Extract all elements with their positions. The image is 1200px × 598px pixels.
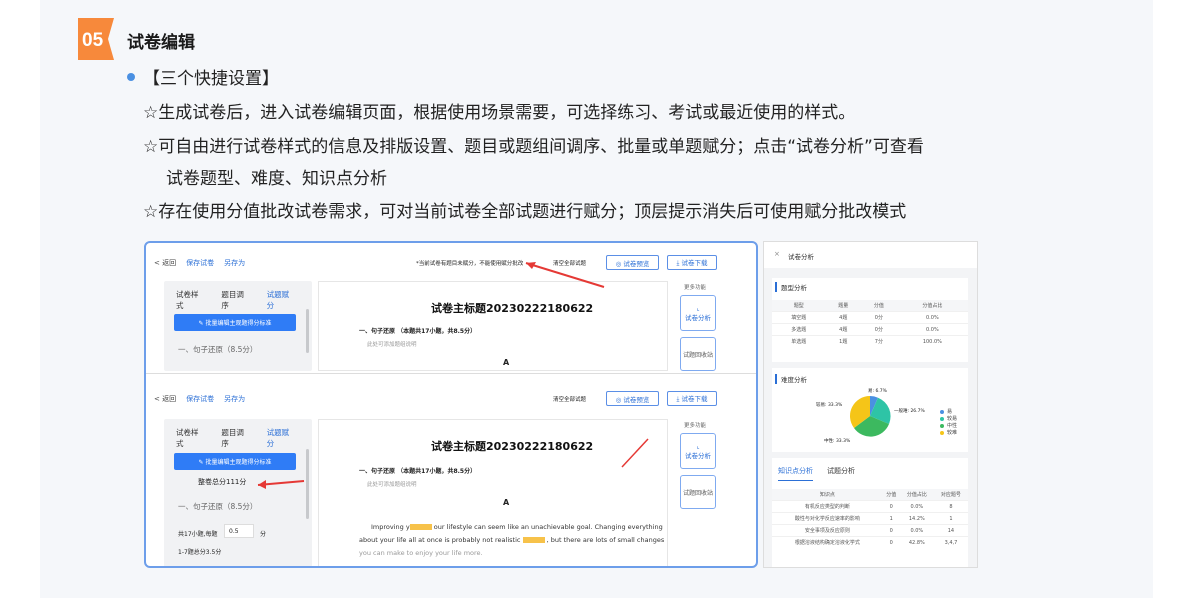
- label-easy: 易: 6.7%: [868, 389, 887, 394]
- th-kp-nums: 对应题号: [933, 489, 968, 501]
- knowledge-tabs: 知识点分析 试题分析: [772, 458, 968, 481]
- type-header-row: 题型 题量 分值 分值占比: [772, 300, 968, 312]
- cell: 1: [933, 512, 968, 525]
- th-type: 题型: [772, 300, 826, 312]
- difficulty-pie: [850, 396, 891, 437]
- type-title: 题型分析: [775, 282, 968, 292]
- cell: 1: [882, 512, 900, 525]
- cell: 0: [882, 524, 900, 537]
- tab-knowledge[interactable]: 知识点分析: [778, 466, 813, 481]
- cell: 14.2%: [899, 512, 934, 525]
- section-title: 试卷编辑: [127, 33, 195, 53]
- cell: 单选题: [772, 335, 826, 347]
- analysis-title: 试卷分析: [788, 253, 814, 261]
- cell: 0.0%: [899, 524, 934, 537]
- svg-text:05: 05: [82, 30, 104, 51]
- knowledge-card: 知识点分析 试题分析 知识点 分值 分值占比 对应题号 有机反应类型的判断 0 0.…: [772, 458, 968, 567]
- analysis-panel: × 试卷分析 题型分析 题型 题量 分值 分值占比 填空题 4题 0分 0.0% 多选…: [763, 241, 978, 568]
- kp-header-row: 知识点 分值 分值占比 对应题号: [772, 489, 968, 501]
- cell: 根据溶液结构确定溶液化学式: [772, 536, 883, 548]
- type-table: 题型 题量 分值 分值占比 填空题 4题 0分 0.0% 多选题 4题 0分 0.0% 单选…: [772, 300, 968, 347]
- cell: 100.0%: [896, 335, 968, 347]
- type-card: 题型分析 题型 题量 分值 分值占比 填空题 4题 0分 0.0% 多选题 4题 0分 0.…: [772, 278, 968, 362]
- tab-question[interactable]: 试题分析: [827, 466, 855, 481]
- legend-hard: 较易: [940, 415, 957, 422]
- analysis-header: × 试卷分析: [764, 242, 977, 268]
- cell: 安全事项及反应原则: [772, 524, 883, 537]
- table-row: 安全事项及反应原则 0 0.0% 14: [772, 524, 968, 537]
- cell: 1题: [825, 335, 862, 347]
- bullet-heading: 【三个快捷设置】: [143, 69, 279, 89]
- editor-screenshot: < 返回 保存试卷 另存为 *当前试卷有题目未赋分，不能使用赋分批改 清空全部试…: [144, 241, 758, 568]
- cell: 42.8%: [899, 536, 934, 548]
- table-row: 有机反应类型的判断 0 0.0% 8: [772, 500, 968, 513]
- cell: 14: [933, 524, 968, 537]
- label-hard: 较易: 33.3%: [816, 403, 843, 408]
- legend-easy: 易: [940, 408, 952, 415]
- table-row: 多选题 4题 0分 0.0%: [772, 323, 968, 336]
- table-row: 酸性与对化学反应速率的影响 1 14.2% 1: [772, 512, 968, 525]
- legend-mid2: 较难: [940, 429, 957, 436]
- difficulty-card: 难度分析 易: 6.7% 较易: 33.3% 一般难: 26.7% 中性: 33…: [772, 368, 968, 452]
- desc-line-1: ☆生成试卷后，进入试卷编辑页面，根据使用场景需要，可选择练习、考试或最近使用的样…: [143, 103, 856, 123]
- difficulty-title: 难度分析: [775, 374, 968, 384]
- legend-mid: 中性: [940, 422, 957, 429]
- cell: 0.0%: [896, 323, 968, 336]
- table-row: 根据溶液结构确定溶液化学式 0 42.8% 3,4,7: [772, 536, 968, 548]
- cell: 3,4,7: [933, 536, 968, 548]
- cell: 0: [882, 500, 900, 513]
- th-kp-ratio: 分值占比: [899, 489, 934, 501]
- knowledge-table: 知识点 分值 分值占比 对应题号 有机反应类型的判断 0 0.0% 8 酸性与对化学反…: [772, 489, 968, 548]
- label-mid: 一般难: 26.7%: [894, 409, 925, 414]
- label-mid2: 中性: 33.3%: [824, 439, 851, 444]
- close-icon[interactable]: ×: [774, 250, 780, 258]
- th-score: 分值: [861, 300, 897, 312]
- cell: 有机反应类型的判断: [772, 500, 883, 513]
- cell: 4题: [825, 311, 862, 324]
- cell: 酸性与对化学反应速率的影响: [772, 512, 883, 525]
- th-kp-score: 分值: [882, 489, 900, 501]
- table-row: 单选题 1题 7分 100.0%: [772, 335, 968, 347]
- desc-line-4: ☆存在使用分值批改试卷需求，可对当前试卷全部试题进行赋分；顶层提示消失后可使用赋…: [143, 202, 907, 222]
- cell: 0.0%: [896, 311, 968, 324]
- cell: 填空题: [772, 311, 826, 324]
- cell: 4题: [825, 323, 862, 336]
- arrow-annotations: [257, 262, 649, 489]
- cell: 8: [933, 500, 968, 513]
- th-count: 题量: [825, 300, 862, 312]
- desc-line-3: 试卷题型、难度、知识点分析: [166, 169, 387, 189]
- cell: 7分: [861, 335, 897, 347]
- cell: 0分: [861, 311, 897, 324]
- cell: 0: [882, 536, 900, 548]
- section-badge: 05: [78, 18, 114, 60]
- bullet-icon: [127, 73, 135, 81]
- th-kp: 知识点: [772, 489, 883, 501]
- cell: 0分: [861, 323, 897, 336]
- desc-line-2: ☆可自由进行试卷样式的信息及排版设置、题目或题组间调序、批量或单题赋分；点击“试…: [143, 137, 924, 157]
- cell: 多选题: [772, 323, 826, 336]
- th-ratio: 分值占比: [896, 300, 968, 312]
- cell: 0.0%: [899, 500, 934, 513]
- table-row: 填空题 4题 0分 0.0%: [772, 311, 968, 324]
